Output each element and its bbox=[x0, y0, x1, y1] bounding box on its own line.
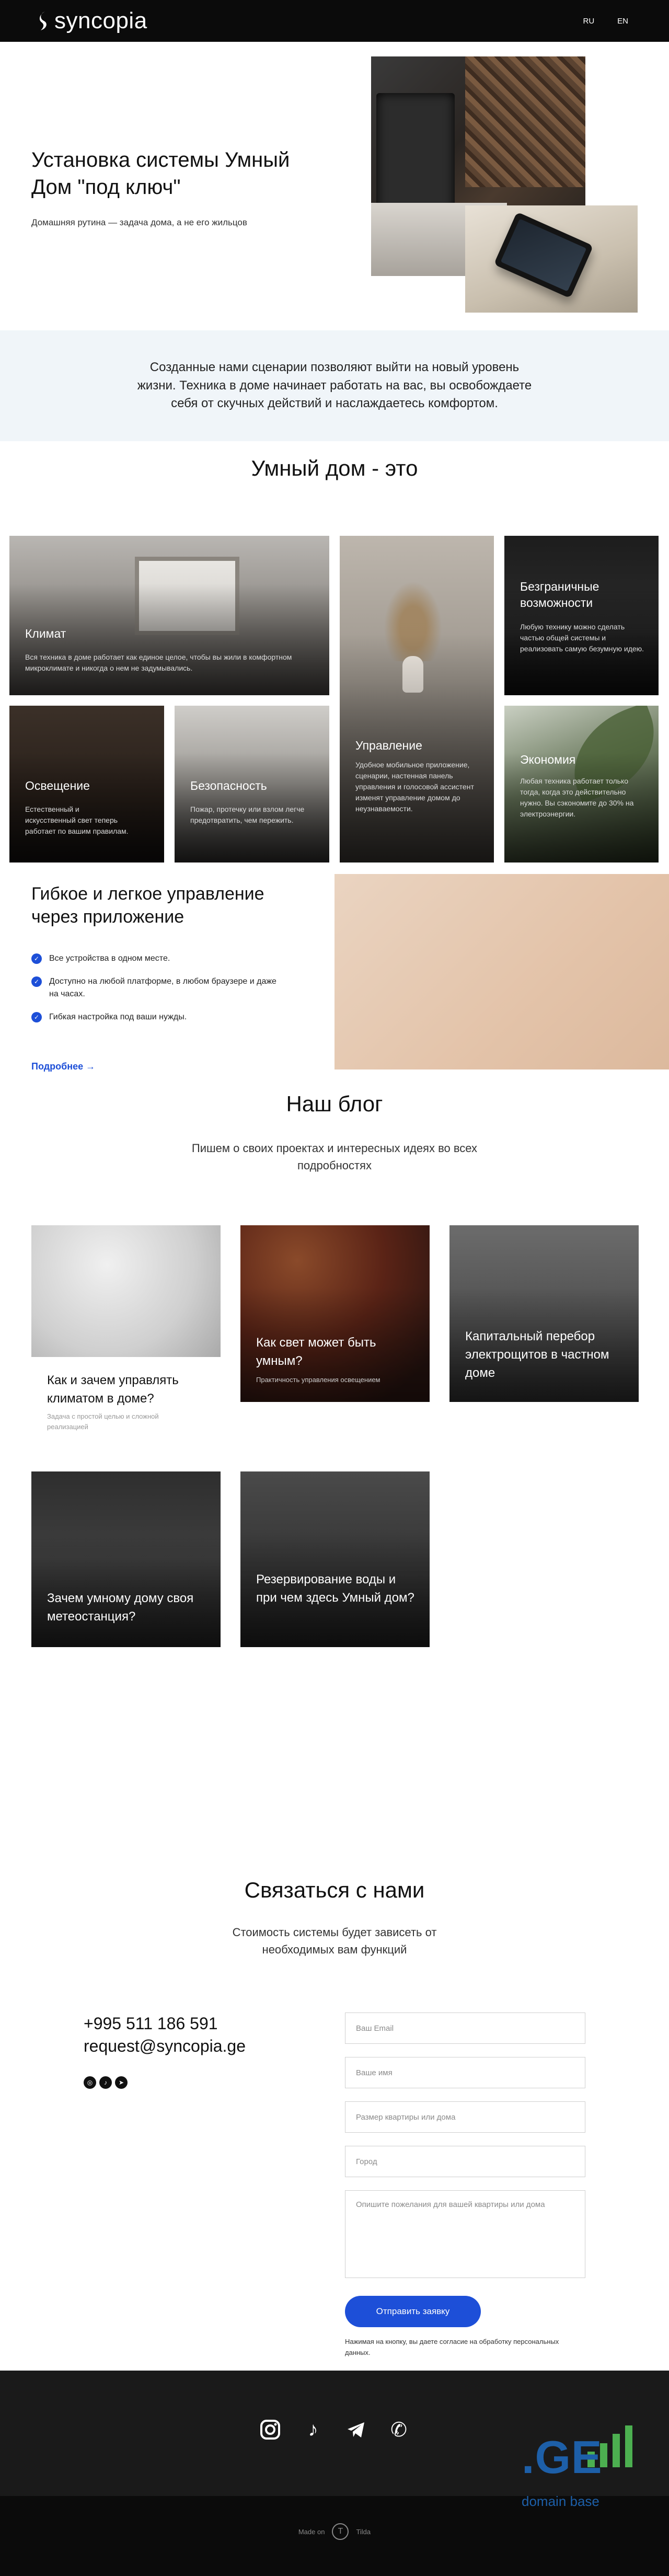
card-security[interactable]: Безопасность Пожар, протечку или взлом л… bbox=[175, 706, 329, 862]
smart-home-title: Умный дом - это bbox=[251, 456, 418, 480]
logo-text: syncopia bbox=[54, 8, 147, 33]
logo-mark-icon bbox=[39, 12, 47, 30]
lang-en-link[interactable]: EN bbox=[617, 17, 628, 26]
card-text: Естественный и искусственный свет теперь… bbox=[25, 805, 129, 835]
post-title: Зачем умному дому своя метеостанция? bbox=[47, 1591, 194, 1624]
feature-text: Все устройства в одном месте. bbox=[49, 954, 170, 963]
card-text: Пожар, протечку или взлом легче предотвр… bbox=[190, 805, 305, 824]
instagram-icon[interactable] bbox=[258, 2418, 282, 2442]
card-title: Управление bbox=[355, 739, 422, 752]
card-text: Удобное мобильное приложение, сценарии, … bbox=[355, 761, 474, 813]
post-image bbox=[31, 1225, 221, 1357]
domain-badge-subtext: domain base bbox=[522, 2493, 599, 2509]
post-meta: Практичность управления освещением bbox=[256, 1376, 380, 1384]
card-text: Вся техника в доме работает как единое ц… bbox=[25, 653, 292, 672]
post-title: Как свет может быть умным? bbox=[256, 1336, 376, 1368]
blog-post-water-backup[interactable]: Резервирование воды и при чем здесь Умны… bbox=[240, 1471, 430, 1647]
contact-subtitle: Стоимость системы будет зависеть от необ… bbox=[232, 1926, 437, 1956]
city-field[interactable] bbox=[345, 2146, 585, 2177]
made-on-label: Made on bbox=[298, 2527, 325, 2536]
more-details-link[interactable]: Подробнее → bbox=[31, 1061, 95, 1072]
flexible-control-title: Гибкое и легкое управление через приложе… bbox=[31, 884, 264, 927]
post-title: Капитальный перебор электрощитов в частн… bbox=[465, 1329, 609, 1380]
phone-link[interactable]: +995 511 186 591 bbox=[84, 2014, 218, 2033]
blog-post-weather-station[interactable]: Зачем умному дому своя метеостанция? bbox=[31, 1471, 221, 1647]
blog-title: Наш блог bbox=[286, 1091, 383, 1116]
post-meta: Задача с простой целью и сложной реализа… bbox=[47, 1412, 159, 1431]
language-switcher: RU EN bbox=[583, 17, 628, 26]
intro-band: Созданные нами сценарии позволяют выйти … bbox=[0, 330, 669, 441]
list-item: ✓ Все устройства в одном месте. bbox=[31, 952, 282, 965]
list-item: ✓ Гибкая настройка под ваши нужды. bbox=[31, 1011, 282, 1024]
card-limitless-possibilities[interactable]: Безграничные возможности Любую технику м… bbox=[504, 536, 659, 695]
telegram-icon[interactable]: ➤ bbox=[115, 2076, 128, 2089]
tiktok-icon[interactable]: ♪ bbox=[99, 2076, 112, 2089]
tilda-label: Tilda bbox=[356, 2527, 371, 2536]
contact-title: Связаться с нами bbox=[244, 1878, 425, 1902]
check-icon: ✓ bbox=[31, 953, 42, 964]
made-on-tilda[interactable]: Made on T Tilda bbox=[0, 2523, 669, 2540]
hero-section: Установка системы Умный Дом "под ключ" Д… bbox=[0, 42, 669, 330]
logo[interactable]: syncopia bbox=[38, 8, 147, 34]
domain-badge-text: .GE bbox=[522, 2431, 603, 2483]
blog-post-light[interactable]: Как свет может быть умным? Практичность … bbox=[240, 1225, 430, 1402]
card-title: Климат bbox=[25, 627, 66, 640]
hero-title: Установка системы Умный Дом "под ключ" bbox=[31, 148, 290, 199]
email-field[interactable] bbox=[345, 2012, 585, 2044]
check-icon: ✓ bbox=[31, 976, 42, 987]
intro-text: Созданные нами сценарии позволяют выйти … bbox=[137, 360, 532, 411]
contact-socials: ◎ ♪ ➤ bbox=[84, 2076, 128, 2089]
domain-base-badge[interactable]: .GE domain base bbox=[517, 2425, 638, 2520]
feature-text: Доступно на любой платформе, в любом бра… bbox=[49, 977, 276, 998]
home-size-field[interactable] bbox=[345, 2101, 585, 2133]
hero-subtitle: Домашняя рутина — задача дома, а не его … bbox=[31, 217, 247, 227]
post-title: Как и зачем управлять климатом в доме? bbox=[47, 1373, 179, 1406]
card-text: Любая техника работает только тогда, ког… bbox=[520, 777, 634, 818]
instagram-icon[interactable]: ◎ bbox=[84, 2076, 96, 2089]
phone-icon[interactable]: ✆ bbox=[387, 2418, 411, 2442]
tiktok-icon[interactable]: ♪ bbox=[301, 2418, 325, 2442]
card-economy[interactable]: Экономия Любая техника работает только т… bbox=[504, 706, 659, 862]
card-title: Безграничные возможности bbox=[520, 580, 599, 610]
wishes-field[interactable] bbox=[345, 2190, 585, 2278]
card-management[interactable]: Управление Удобное мобильное приложение,… bbox=[340, 536, 494, 862]
hero-tablet-image bbox=[465, 205, 638, 313]
card-title: Освещение bbox=[25, 779, 90, 792]
telegram-icon[interactable] bbox=[344, 2418, 368, 2442]
check-icon: ✓ bbox=[31, 1012, 42, 1022]
lang-ru-link[interactable]: RU bbox=[583, 17, 594, 26]
blog-subtitle: Пишем о своих проектах и интересных идея… bbox=[191, 1142, 478, 1172]
request-form bbox=[345, 2012, 585, 2291]
tilda-icon: T bbox=[332, 2523, 349, 2540]
card-text: Любую технику можно сделать частью общей… bbox=[520, 623, 644, 653]
card-title: Экономия bbox=[520, 753, 576, 766]
blog-post-climate[interactable]: Как и зачем управлять климатом в доме? З… bbox=[31, 1225, 221, 1440]
email-link[interactable]: request@syncopia.ge bbox=[84, 2037, 246, 2056]
card-climate[interactable]: Климат Вся техника в доме работает как е… bbox=[9, 536, 329, 695]
feature-list: ✓ Все устройства в одном месте. ✓ Доступ… bbox=[31, 952, 282, 1034]
consent-text: Нажимая на кнопку, вы даете согласие на … bbox=[345, 2338, 559, 2356]
site-header: syncopia RU EN bbox=[0, 0, 669, 42]
name-field[interactable] bbox=[345, 2057, 585, 2088]
post-title: Резервирование воды и при чем здесь Умны… bbox=[256, 1572, 414, 1605]
card-title: Безопасность bbox=[190, 779, 267, 792]
list-item: ✓ Доступно на любой платформе, в любом б… bbox=[31, 975, 282, 1000]
feature-text: Гибкая настройка под ваши нужды. bbox=[49, 1013, 187, 1021]
submit-request-button[interactable]: Отправить заявку bbox=[345, 2296, 481, 2327]
blog-post-switchboards[interactable]: Капитальный перебор электрощитов в частн… bbox=[449, 1225, 639, 1402]
card-lighting[interactable]: Освещение Естественный и искусственный с… bbox=[9, 706, 164, 862]
app-image bbox=[334, 874, 669, 1070]
